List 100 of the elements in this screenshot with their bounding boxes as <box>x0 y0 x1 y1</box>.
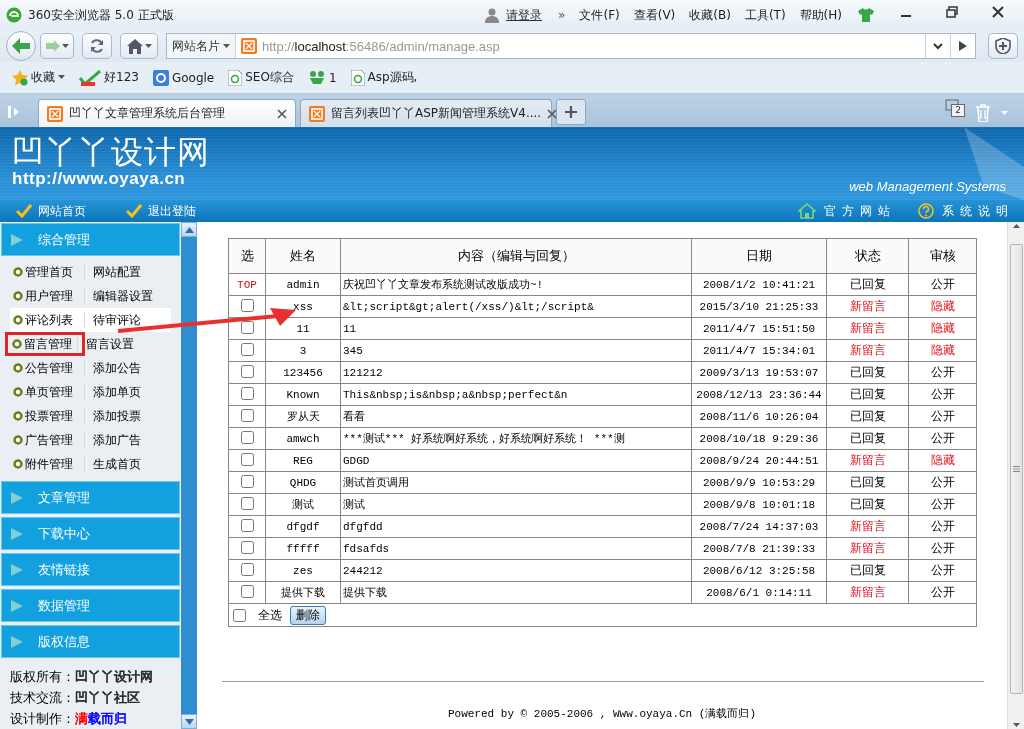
row-checkbox[interactable] <box>240 298 254 312</box>
bookmark-item[interactable]: Asp源码, <box>350 69 418 86</box>
info-label: 版权所有： <box>10 669 75 684</box>
page-icon <box>350 69 365 86</box>
table-cell: 2015/3/10 21:25:33 <box>691 295 827 318</box>
menu-row[interactable]: 广告管理 添加广告 <box>10 428 171 452</box>
bookmark-item[interactable]: 收藏 <box>12 69 65 86</box>
login-link[interactable]: 请登录 <box>506 6 543 24</box>
menu-link[interactable]: 管理首页 <box>12 261 78 283</box>
menu-link[interactable]: 附件管理 <box>12 453 78 475</box>
nav-link[interactable]: 退出登陆 <box>148 202 196 220</box>
row-checkbox[interactable] <box>240 386 254 400</box>
menu-item[interactable]: 帮助(H) <box>795 6 846 24</box>
address-bar[interactable]: 网站名片 http://localhost:56486/admin/manage.asp <box>166 33 976 59</box>
browser-tab[interactable]: 凹丫丫文章管理系统后台管理 <box>38 99 296 127</box>
arrow-left-icon <box>12 38 30 54</box>
menu-link[interactable]: 用户管理 <box>12 285 78 307</box>
menu-link[interactable]: 网站配置 <box>93 263 141 281</box>
bullet-icon <box>12 339 22 349</box>
menu-link[interactable]: 单页管理 <box>12 381 78 403</box>
menu-link[interactable]: 添加投票 <box>93 407 141 425</box>
select-all-checkbox[interactable] <box>233 608 246 622</box>
menu-link[interactable]: 添加广告 <box>93 431 141 449</box>
table-cell: 2011/4/7 15:51:50 <box>691 317 827 340</box>
bookmark-item[interactable]: 1 <box>307 69 337 86</box>
row-checkbox[interactable] <box>240 474 254 488</box>
menu-link[interactable]: 投票管理 <box>12 405 78 427</box>
row-checkbox[interactable] <box>240 496 254 510</box>
scroll-down-icon[interactable] <box>1012 723 1020 727</box>
scrollbar-thumb[interactable] <box>1009 244 1023 694</box>
menu-link[interactable]: 留言设置 <box>86 335 134 353</box>
scroll-up-button[interactable] <box>181 222 197 237</box>
url-text[interactable]: http://localhost:56486/admin/manage.asp <box>262 38 500 54</box>
table-cell: 看看 <box>340 405 692 428</box>
maximize-icon[interactable] <box>946 6 958 18</box>
menu-link[interactable]: 广告管理 <box>12 429 78 451</box>
triangle-icon <box>10 232 24 247</box>
user-icon <box>484 7 501 23</box>
nav-link[interactable]: 系统说明 <box>942 202 1014 220</box>
row-checkbox[interactable] <box>240 430 254 444</box>
menu-link[interactable]: 公告管理 <box>12 357 78 379</box>
nav-link[interactable]: 官方网站 <box>824 202 896 220</box>
back-button[interactable] <box>6 31 36 61</box>
review-cell: 公开 <box>908 361 977 384</box>
menu-link[interactable]: 编辑器设置 <box>93 287 153 305</box>
close-icon[interactable] <box>547 108 558 119</box>
bullet-icon <box>13 411 23 421</box>
menu-link[interactable]: 添加单页 <box>93 383 141 401</box>
row-checkbox[interactable] <box>240 562 254 576</box>
menu-link[interactable]: 评论列表 <box>12 309 78 331</box>
delete-button[interactable]: 删除 <box>290 605 326 625</box>
menu-item[interactable]: 收藏(B) <box>685 6 735 24</box>
review-cell: 公开 <box>908 515 977 538</box>
close-icon[interactable] <box>277 108 287 119</box>
review-cell: 隐藏 <box>908 449 977 472</box>
bookmark-item[interactable]: 好123 <box>79 69 139 86</box>
caret-icon <box>144 43 152 49</box>
row-checkbox[interactable] <box>240 342 254 356</box>
row-checkbox[interactable] <box>240 320 254 334</box>
row-checkbox[interactable] <box>240 364 254 378</box>
menu-row[interactable]: 用户管理 编辑器设置 <box>10 284 171 308</box>
menu-row[interactable]: 评论列表 待审评论 <box>10 308 171 332</box>
menu-row[interactable]: 附件管理 生成首页 <box>10 452 171 476</box>
menu-link[interactable]: 待审评论 <box>93 311 141 329</box>
menu-link[interactable]: 生成首页 <box>93 455 141 473</box>
review-cell: 公开 <box>908 471 977 494</box>
table-cell: 2008/12/13 23:36:44 <box>691 383 827 406</box>
menu-row[interactable]: 管理首页 网站配置 <box>10 260 171 284</box>
refresh-button[interactable] <box>82 33 112 59</box>
site-card-dropdown[interactable]: 网站名片 <box>167 34 236 58</box>
table-cell: 123456 <box>265 361 341 384</box>
menu-item[interactable]: 查看(V) <box>629 6 680 24</box>
row-checkbox[interactable] <box>240 452 254 466</box>
scroll-up-icon[interactable] <box>1012 224 1020 228</box>
menu-row[interactable]: 公告管理 添加公告 <box>10 356 171 380</box>
new-tab-button[interactable] <box>556 99 586 125</box>
scroll-down-button[interactable] <box>181 714 197 729</box>
info-value: 载而归 <box>88 711 127 726</box>
nav-link[interactable]: 网站首页 <box>38 202 86 220</box>
bookmark-item[interactable]: Google <box>152 69 215 86</box>
menu-item[interactable]: 文件(F) <box>575 6 624 24</box>
shirt-icon[interactable] <box>858 8 874 22</box>
menu-row[interactable]: 投票管理 添加投票 <box>10 404 171 428</box>
more-menu-button[interactable]: » <box>558 8 566 22</box>
home-button[interactable] <box>120 33 158 59</box>
row-checkbox[interactable] <box>240 518 254 532</box>
row-checkbox[interactable] <box>240 408 254 422</box>
scroll-down-icon <box>184 718 194 725</box>
menu-link[interactable]: 添加公告 <box>93 359 141 377</box>
row-checkbox[interactable] <box>240 584 254 598</box>
table-cell: zes <box>265 559 341 582</box>
menu-item[interactable]: 工具(T) <box>740 6 790 24</box>
status-cell: 新留言 <box>826 537 909 560</box>
close-icon[interactable] <box>992 6 1004 18</box>
row-checkbox[interactable] <box>240 540 254 554</box>
menu-row[interactable]: 单页管理 添加单页 <box>10 380 171 404</box>
info-value: 凹丫丫社区 <box>75 690 140 705</box>
menu-link[interactable]: 留言管理 <box>5 332 85 356</box>
security-button[interactable] <box>988 33 1018 59</box>
bookmark-item[interactable]: SEO综合 <box>228 69 294 86</box>
